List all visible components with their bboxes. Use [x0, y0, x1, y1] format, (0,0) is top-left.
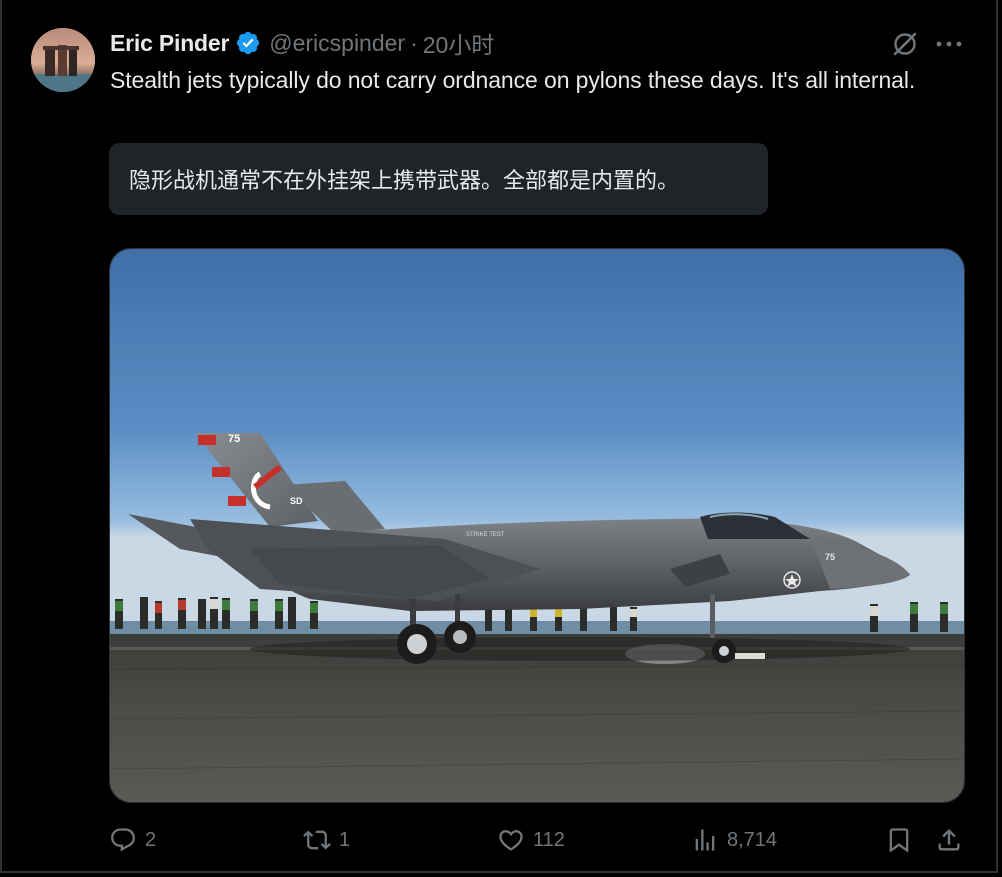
reply-count: 2 [145, 828, 157, 851]
more-icon[interactable] [934, 33, 964, 55]
nose-number: 75 [825, 552, 835, 562]
like-count: 112 [533, 828, 565, 851]
tweet-header: Eric Pinder @ericspinder · 20小时 [110, 26, 495, 60]
heart-icon [499, 830, 523, 851]
avatar[interactable] [31, 28, 95, 92]
tweet-text: Stealth jets typically do not carry ordn… [110, 67, 916, 93]
share-icon [938, 829, 960, 851]
display-name[interactable]: Eric Pinder [110, 30, 229, 57]
action-bar: 2 1 112 8,714 [109, 820, 969, 860]
handle[interactable]: @ericspinder [269, 30, 405, 57]
repost-button[interactable]: 1 [303, 820, 350, 860]
views-icon [695, 829, 715, 851]
avatar-image [31, 28, 95, 92]
fighter-jet-photo: 75 SD STRIKE TEST 75 [110, 249, 964, 802]
repost-count: 1 [339, 828, 351, 851]
like-button[interactable]: 112 [497, 820, 565, 860]
share-button[interactable] [935, 820, 963, 860]
views-button[interactable]: 8,714 [691, 820, 777, 860]
fuselage-text: STRIKE TEST [466, 532, 505, 538]
reply-button[interactable]: 2 [109, 820, 156, 860]
views-count: 8,714 [727, 828, 778, 851]
timestamp[interactable]: 20小时 [423, 26, 495, 60]
tail-code: SD [290, 496, 303, 506]
bookmark-icon [889, 828, 909, 853]
translation-box: 隐形战机通常不在外挂架上携带武器。全部都是内置的。 [109, 143, 768, 215]
bookmark-button[interactable] [885, 820, 913, 860]
tail-number: 75 [228, 433, 240, 445]
reply-icon [111, 828, 135, 852]
repost-icon [303, 830, 331, 850]
translation-text: 隐形战机通常不在外挂架上携带武器。全部都是内置的。 [129, 169, 680, 194]
tweet-media[interactable]: 75 SD STRIKE TEST 75 [109, 248, 965, 803]
separator-dot: · [410, 29, 418, 56]
verified-badge-icon[interactable] [235, 30, 261, 56]
grok-icon[interactable] [891, 30, 919, 58]
tweet-card[interactable]: Eric Pinder @ericspinder · 20小时 Stealth … [0, 0, 998, 873]
